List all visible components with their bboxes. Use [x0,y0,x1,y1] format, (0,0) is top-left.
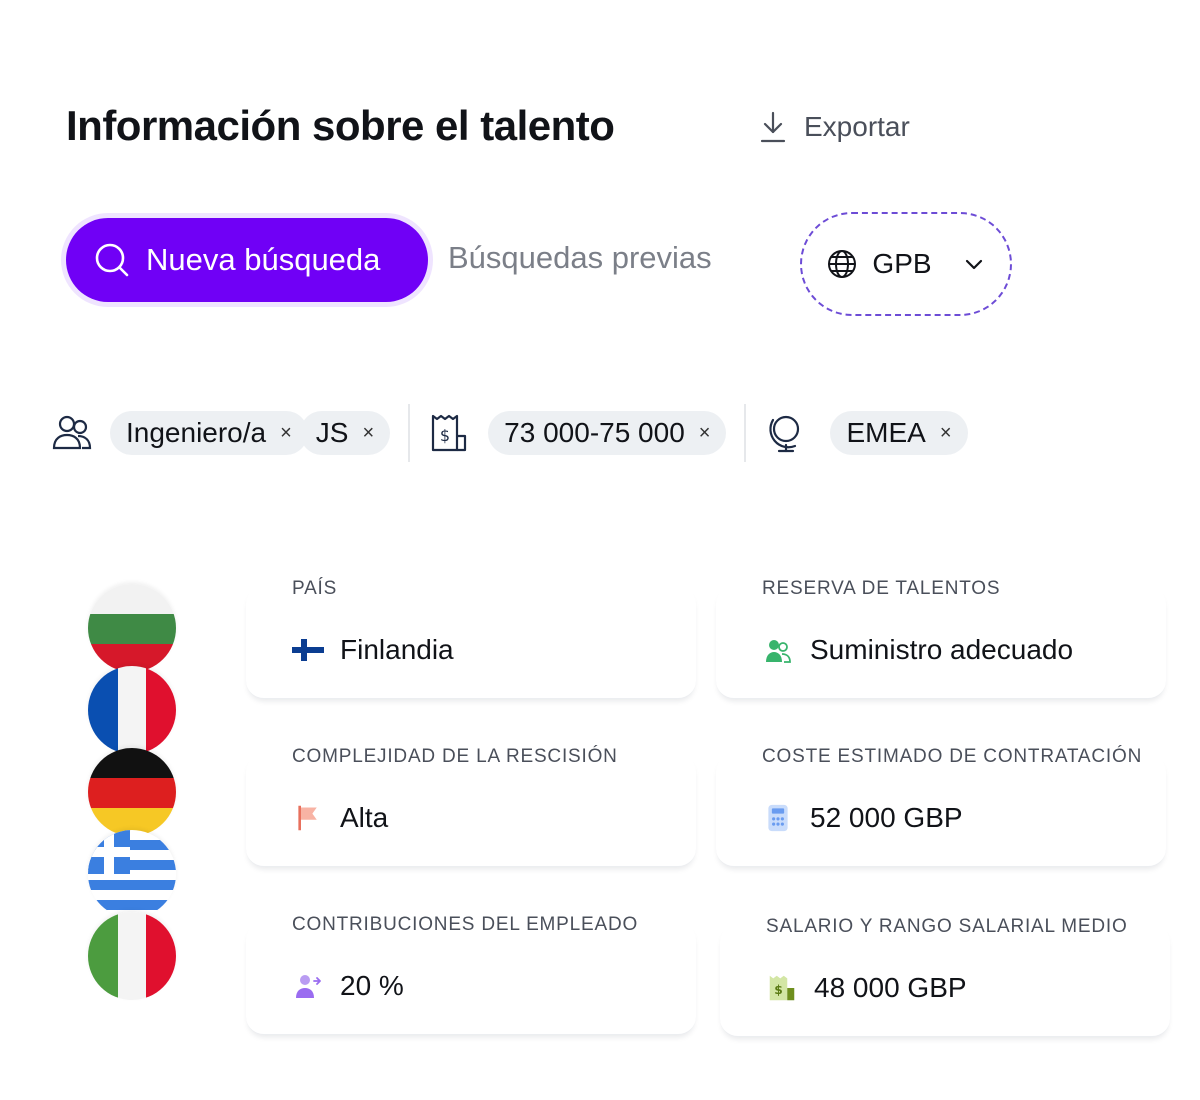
flag-icon [298,805,317,831]
card-value: Alta [292,802,388,834]
chip-label: JS [315,417,349,448]
divider [744,404,747,462]
card-value: Finlandia [292,634,454,666]
currency-value: GPB [872,248,932,279]
export-button[interactable]: Exportar [758,110,910,144]
svg-text:$: $ [440,426,450,445]
page-title: Información sobre el talento [66,102,615,149]
card-salary: SALARIO Y RANGO SALARIAL MEDIO $ 48 000 … [720,916,1170,1037]
flag-germany-icon[interactable] [88,748,176,836]
currency-selector[interactable]: GPB [800,212,1012,316]
chip-remove-icon[interactable]: × [362,422,374,445]
card-value: 20 % [292,970,404,1002]
card-termination: COMPLEJIDAD DE LA RESCISIÓN Alta [246,746,696,867]
filter-chip-salary: 73 000-75 000 × [488,411,727,455]
card-label: COSTE ESTIMADO DE CONTRATACIÓN [762,746,1143,767]
filter-chip-region: EMEA × [830,411,968,455]
card-country: PAÍS Finlandia [246,578,696,699]
chevron-down-icon [965,259,982,270]
card-label: CONTRIBUCIONES DEL EMPLEADO [292,914,639,935]
hiring-cost-value: 52 000 GBP [810,802,963,833]
divider [408,404,411,462]
card-label: SALARIO Y RANGO SALARIAL MEDIO [766,916,1128,937]
globe-icon [828,250,857,278]
card-hiring-cost: COSTE ESTIMADO DE CONTRATACIÓN 52 000 GB… [716,746,1166,867]
card-value: $ 48 000 GBP [766,972,967,1004]
export-label: Exportar [804,111,910,142]
filter-chip-skill: JS × [299,411,391,455]
chip-label: Ingeniero/a [126,417,267,448]
calculator-icon [768,804,788,832]
download-icon [760,111,786,143]
card-label: RESERVA DE TALENTOS [762,578,1001,599]
user-transfer-icon [296,975,321,998]
new-search-label: Nueva búsqueda [146,242,381,277]
country-flags-stack [88,584,176,1004]
chip-remove-icon[interactable]: × [280,422,292,445]
world-globe-icon [764,411,808,455]
chip-label: EMEA [846,417,926,448]
filter-chip-role: Ingeniero/a × [110,411,308,455]
chip-remove-icon[interactable]: × [940,422,952,445]
filters-row: Ingeniero/a × JS × $ 73 000-75 000 × EME… [50,404,968,462]
card-value: Suministro adecuado [762,634,1073,666]
card-label: COMPLEJIDAD DE LA RESCISIÓN [292,746,618,767]
contributions-value: 20 % [340,970,404,1001]
salary-value: 48 000 GBP [814,972,967,1003]
salary-receipt-icon: $ [769,975,795,1001]
card-talent-pool: RESERVA DE TALENTOS Suministro adecuado [716,578,1166,699]
card-value: 52 000 GBP [762,802,963,834]
flag-bulgaria-icon[interactable] [88,584,176,672]
card-contributions: CONTRIBUCIONES DEL EMPLEADO 20 % [246,914,696,1035]
search-icon [95,243,129,277]
chip-label: 73 000-75 000 [504,417,685,448]
card-label: PAÍS [292,578,338,599]
country-value: Finlandia [340,634,454,665]
previous-searches-tab[interactable]: Búsquedas previas [448,240,712,276]
new-search-button[interactable]: Nueva búsqueda [66,218,428,302]
talent-pool-value: Suministro adecuado [810,634,1074,665]
flag-italy-icon[interactable] [88,912,176,1000]
flag-greece-icon[interactable] [88,830,176,918]
svg-text:$: $ [774,983,783,997]
termination-value: Alta [340,802,389,833]
finland-flag-icon [292,639,324,661]
flag-france-icon[interactable] [88,666,176,754]
chip-remove-icon[interactable]: × [699,422,711,445]
people-group-icon [766,640,791,663]
salary-receipt-icon: $ [428,411,472,455]
users-icon [50,411,94,455]
